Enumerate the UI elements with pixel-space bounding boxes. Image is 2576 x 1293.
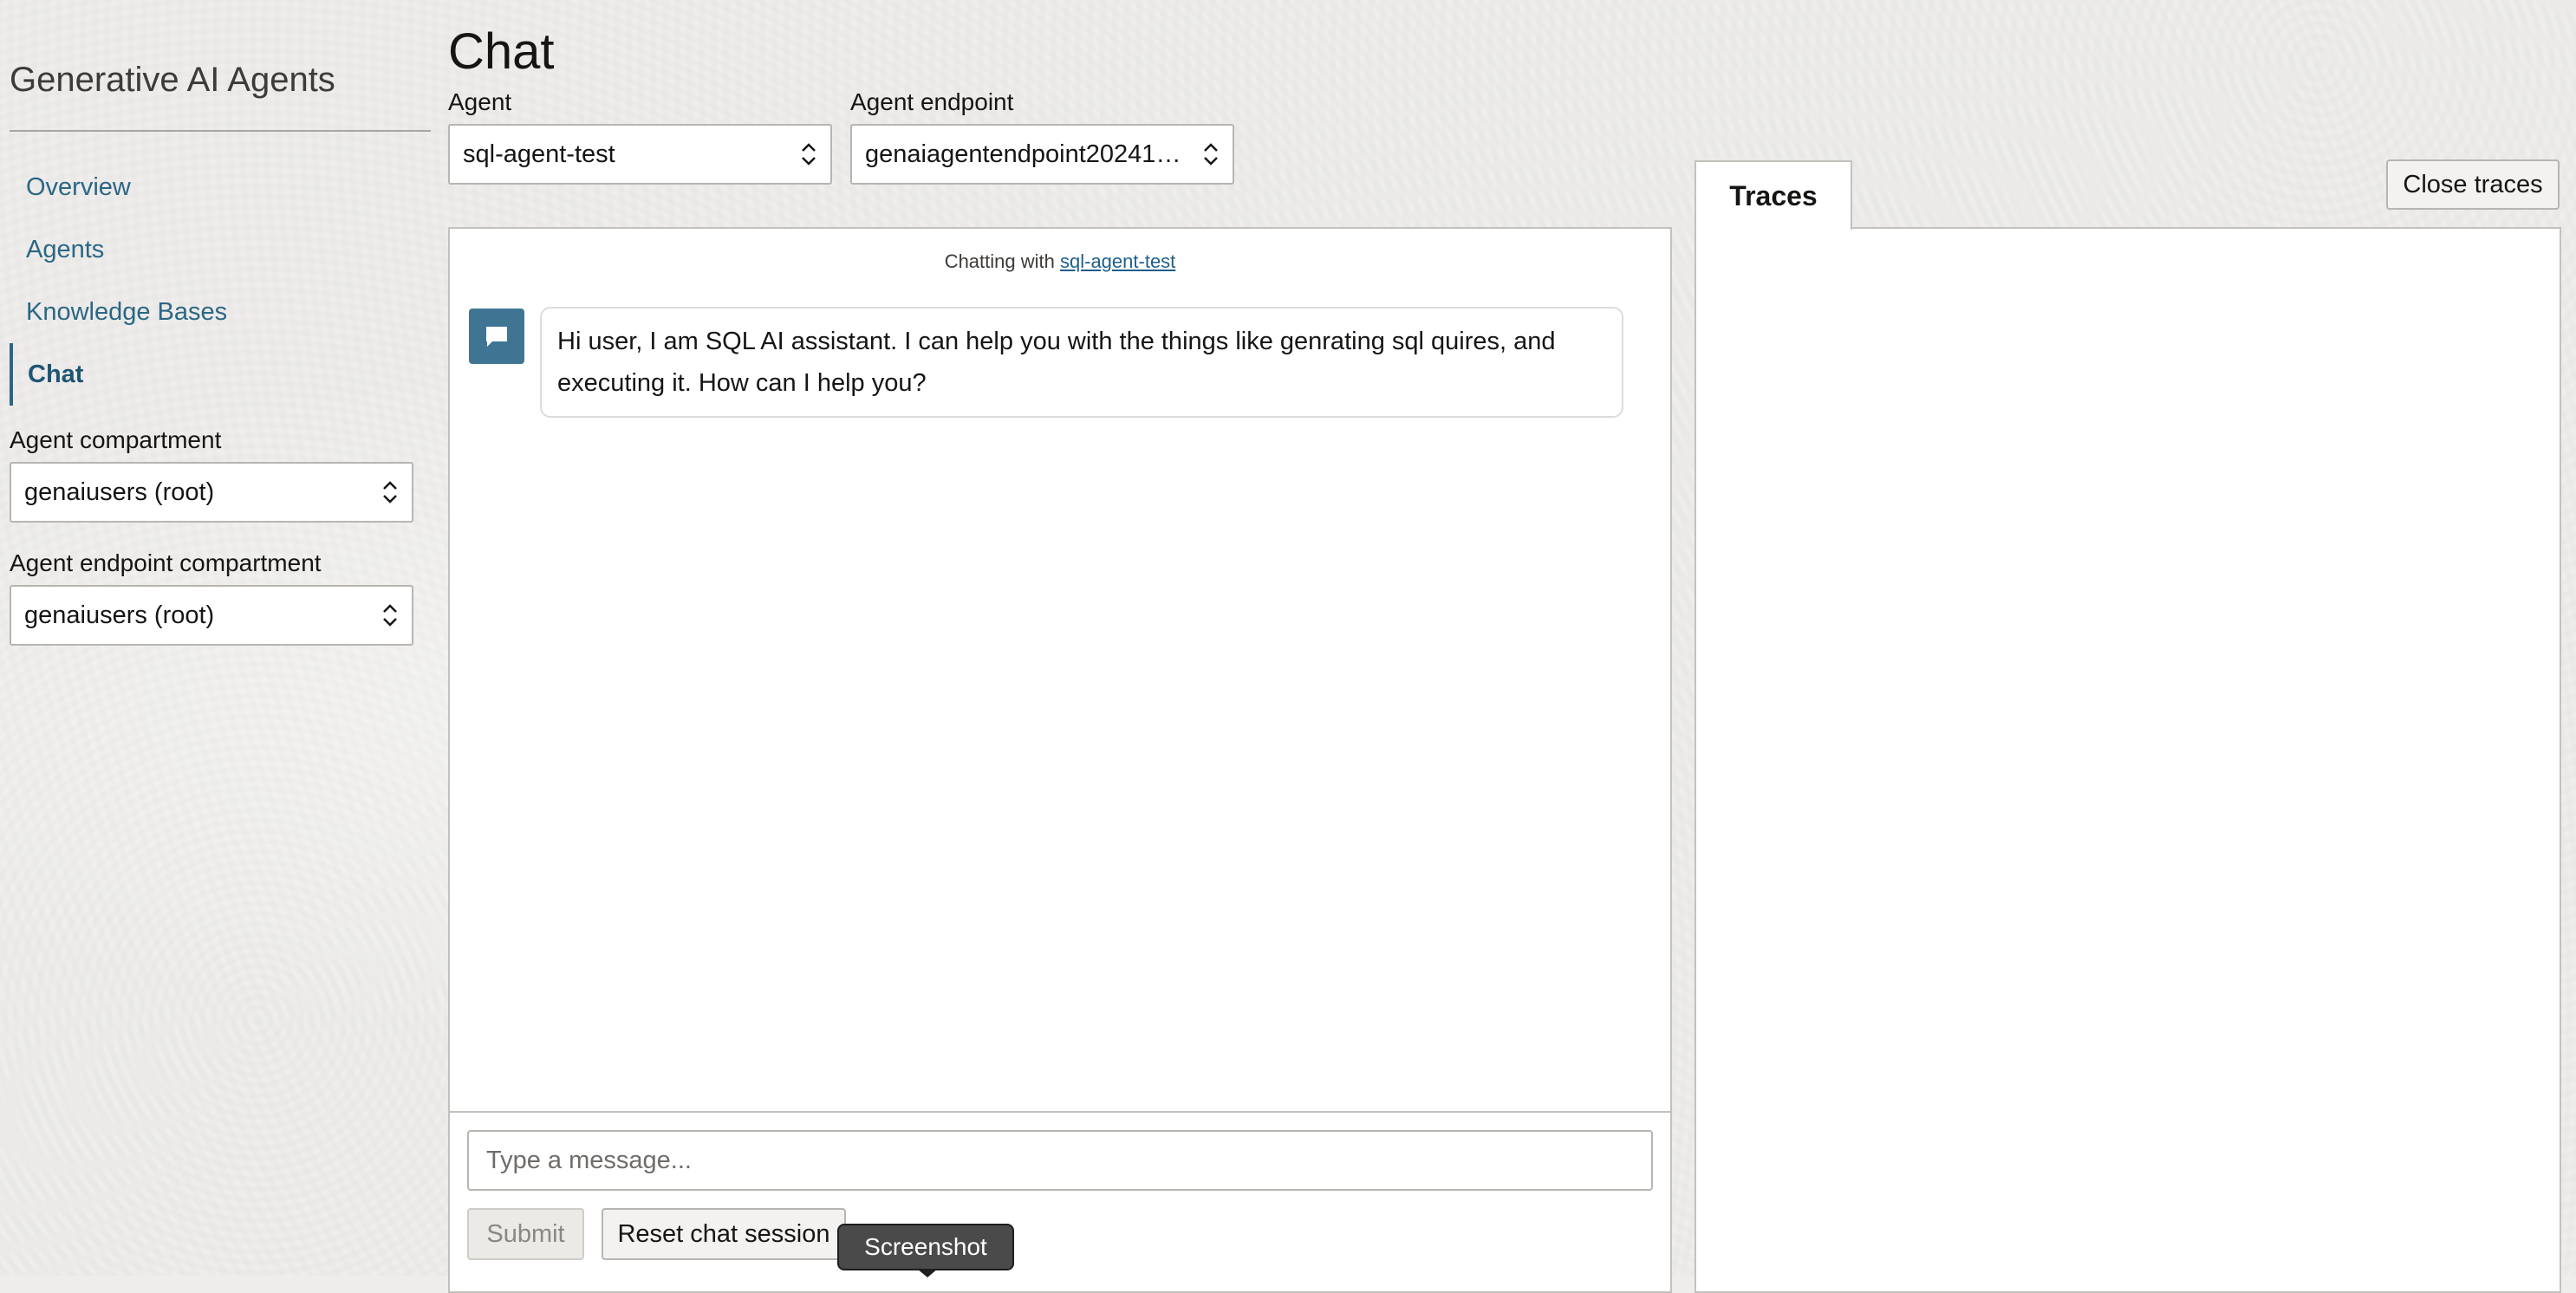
sidebar-item-label: Agents	[26, 235, 105, 263]
agent-compartment-select[interactable]: genaiusers (root)	[10, 462, 413, 523]
sidebar-item-overview[interactable]: Overview	[10, 156, 431, 218]
sidebar-item-knowledge-bases[interactable]: Knowledge Bases	[10, 281, 431, 343]
chevron-up-down-icon	[383, 481, 397, 504]
app-title: Generative AI Agents	[10, 61, 335, 99]
sidebar-item-chat[interactable]: Chat	[10, 343, 431, 406]
sidebar-item-agents[interactable]: Agents	[10, 218, 431, 281]
agent-endpoint-label: Agent endpoint	[850, 88, 1014, 115]
agent-select-value: sql-agent-test	[463, 140, 615, 168]
endpoint-compartment-label: Agent endpoint compartment	[10, 549, 322, 576]
message-input[interactable]	[467, 1130, 1653, 1191]
page-title: Chat	[448, 23, 555, 80]
endpoint-compartment-select[interactable]: genaiusers (root)	[10, 585, 413, 646]
agent-select[interactable]: sql-agent-test	[448, 124, 832, 185]
sidebar-item-label: Overview	[26, 172, 131, 201]
sidebar-divider	[10, 130, 431, 132]
agent-endpoint-value: genaiagentendpoint202412...	[865, 140, 1189, 168]
chat-header-prefix: Chatting with	[944, 250, 1055, 272]
reset-chat-button[interactable]: Reset chat session	[602, 1208, 846, 1260]
agent-compartment-value: genaiusers (root)	[24, 478, 215, 506]
close-traces-button[interactable]: Close traces	[2386, 159, 2560, 210]
screenshot-tooltip: Screenshot	[837, 1224, 1014, 1270]
chat-footer-divider	[450, 1111, 1670, 1113]
sidebar-nav: Overview Agents Knowledge Bases Chat	[10, 156, 431, 406]
chevron-up-down-icon	[802, 143, 816, 166]
chat-bubble-icon	[469, 309, 524, 364]
chat-header: Chatting with sql-agent-test	[450, 250, 1670, 273]
tooltip-arrow	[917, 1269, 938, 1277]
submit-button[interactable]: Submit	[467, 1208, 584, 1260]
sidebar-item-label: Knowledge Bases	[26, 297, 228, 326]
endpoint-compartment-value: genaiusers (root)	[24, 601, 215, 629]
agent-label: Agent	[448, 88, 512, 115]
agent-link[interactable]: sql-agent-test	[1060, 250, 1175, 272]
agent-endpoint-select[interactable]: genaiagentendpoint202412...	[850, 124, 1234, 185]
tab-traces[interactable]: Traces	[1695, 160, 1852, 230]
sidebar-item-label: Chat	[28, 360, 84, 388]
chat-panel: Chatting with sql-agent-test Hi user, I …	[448, 227, 1672, 1293]
chevron-up-down-icon	[383, 604, 397, 627]
traces-panel	[1695, 227, 2561, 1293]
chevron-up-down-icon	[1204, 143, 1218, 166]
agent-compartment-label: Agent compartment	[10, 426, 222, 453]
agent-message: Hi user, I am SQL AI assistant. I can he…	[540, 307, 1623, 418]
